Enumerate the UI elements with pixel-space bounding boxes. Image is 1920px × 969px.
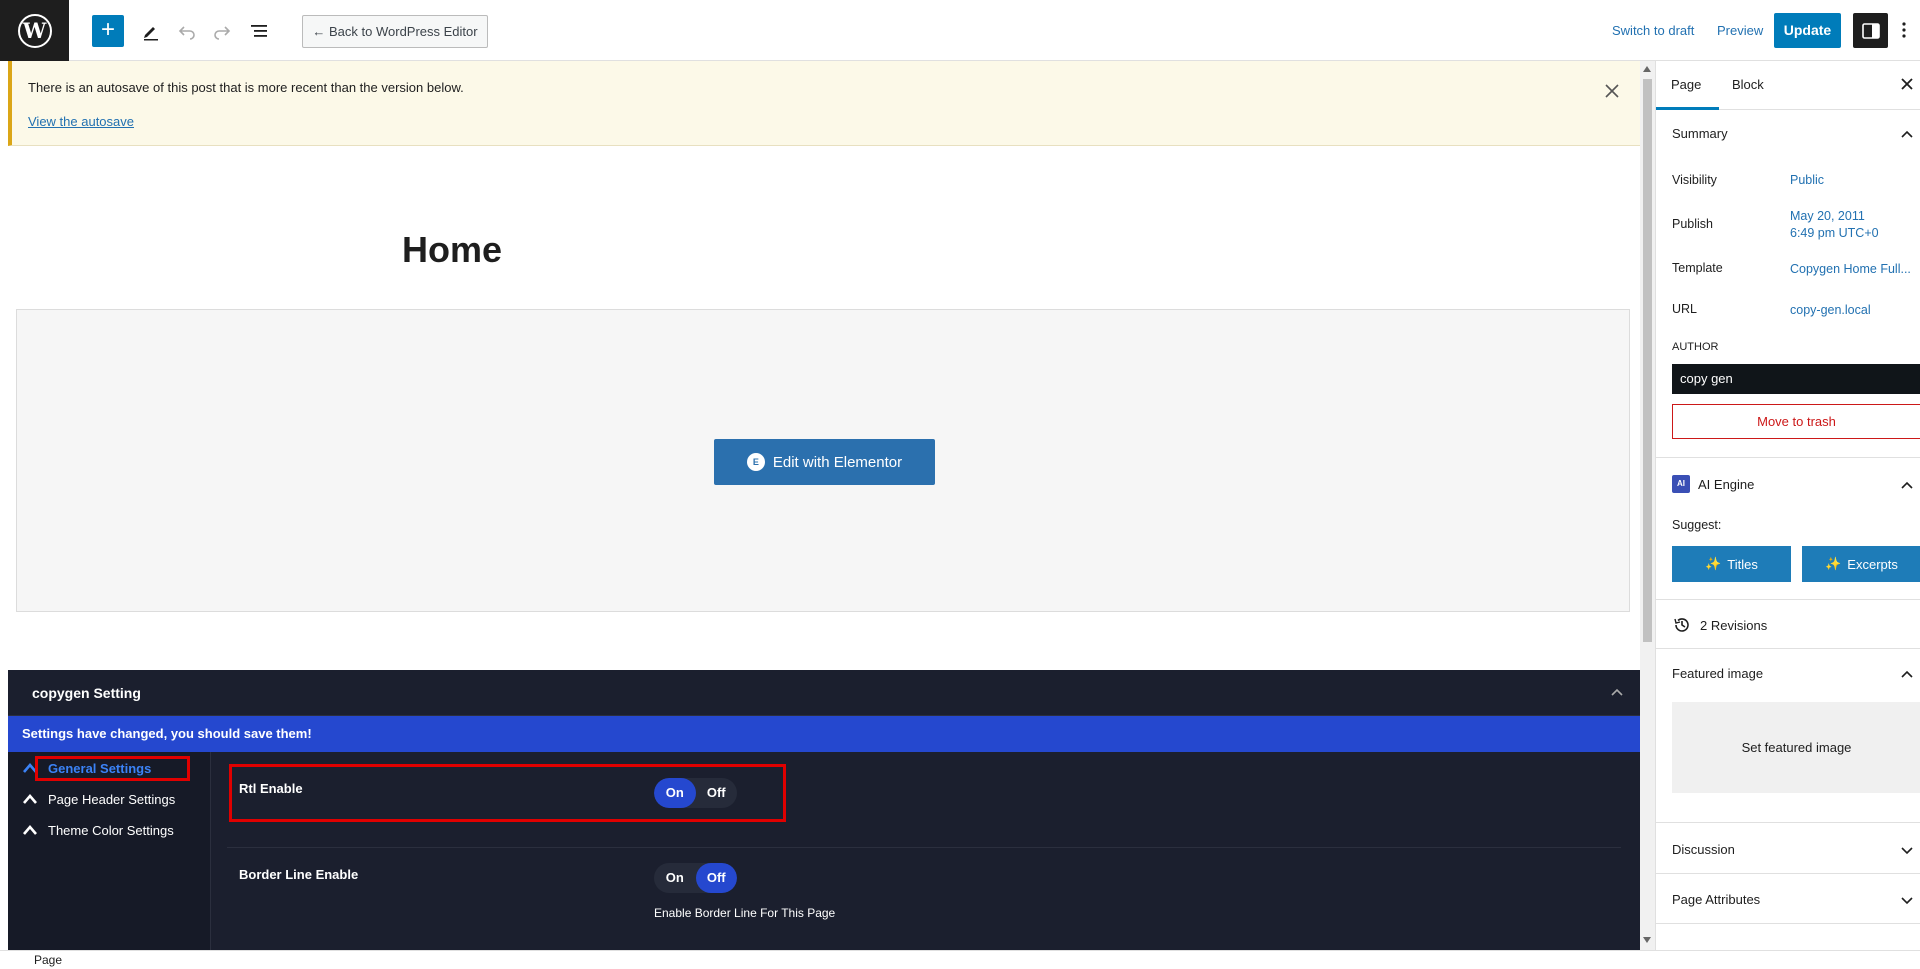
author-label: AUTHOR xyxy=(1672,341,1719,353)
close-sidebar-icon[interactable] xyxy=(1899,76,1915,92)
highlight-general-settings xyxy=(35,756,190,781)
border-line-enable-label: Border Line Enable xyxy=(239,867,359,882)
switch-to-draft-button[interactable]: Switch to draft xyxy=(1612,23,1694,38)
wordpress-logo-icon: W xyxy=(17,13,52,48)
border-line-description: Enable Border Line For This Page xyxy=(654,906,836,920)
visibility-label: Visibility xyxy=(1672,173,1717,187)
editor-footer: Page xyxy=(0,950,1920,969)
chevron-up-icon xyxy=(23,825,37,835)
section-divider xyxy=(1656,457,1920,458)
undo-icon[interactable] xyxy=(172,16,202,46)
sidebar-icon xyxy=(1861,22,1880,39)
publish-label: Publish xyxy=(1672,217,1713,231)
close-notice-icon[interactable] xyxy=(1600,79,1624,103)
editor-canvas: There is an autosave of this post that i… xyxy=(0,61,1655,950)
section-divider xyxy=(1656,648,1920,649)
elementor-icon: E xyxy=(746,453,765,471)
chevron-up-icon[interactable] xyxy=(1608,684,1626,702)
nav-page-header-settings-label: Page Header Settings xyxy=(48,791,176,807)
border-toggle-on[interactable]: On xyxy=(654,863,696,893)
section-divider xyxy=(1656,599,1920,600)
chevron-down-icon[interactable] xyxy=(1900,845,1914,855)
view-autosave-link[interactable]: View the autosave xyxy=(28,114,134,129)
field-divider xyxy=(227,847,1621,848)
url-value[interactable]: copy-gen.local xyxy=(1790,302,1871,319)
editor-scrollbar[interactable] xyxy=(1640,61,1655,950)
sidebar-tabs: Page Block xyxy=(1656,61,1920,110)
visibility-value[interactable]: Public xyxy=(1790,172,1824,189)
publish-date[interactable]: May 20, 2011 xyxy=(1790,208,1865,225)
more-options-icon[interactable] xyxy=(1896,15,1912,45)
settings-content: Rtl Enable On Off Border Line Enable On … xyxy=(211,752,1640,950)
settings-sidebar: Page Block Summary Visibility Public Pub… xyxy=(1655,61,1920,950)
settings-sidebar-toggle[interactable] xyxy=(1853,13,1888,48)
copygen-settings-title: copygen Setting xyxy=(32,685,141,701)
copygen-settings-header[interactable]: copygen Setting xyxy=(8,670,1640,716)
section-divider xyxy=(1656,923,1920,924)
section-divider xyxy=(1656,873,1920,874)
chevron-up-icon[interactable] xyxy=(1900,669,1914,679)
chevron-up-icon[interactable] xyxy=(1900,480,1914,490)
suggest-label: Suggest: xyxy=(1672,518,1722,532)
suggest-excerpts-label: Excerpts xyxy=(1847,556,1898,572)
border-line-enable-toggle[interactable]: On Off xyxy=(654,863,737,893)
template-label: Template xyxy=(1672,261,1723,275)
chevron-down-icon[interactable] xyxy=(1900,895,1914,905)
page-title[interactable]: Home xyxy=(402,229,502,271)
preview-button[interactable]: Preview xyxy=(1717,23,1763,38)
update-button[interactable]: Update xyxy=(1774,13,1841,48)
editor-header: W + ← Back to WordPress Editor Switch to… xyxy=(0,0,1920,61)
magic-wand-icon: ✨ xyxy=(1825,556,1842,571)
suggest-titles-button[interactable]: ✨ Titles xyxy=(1672,546,1791,582)
scroll-up-icon[interactable] xyxy=(1643,66,1651,72)
template-value[interactable]: Copygen Home Full... xyxy=(1790,261,1911,278)
footer-breadcrumb[interactable]: Page xyxy=(34,953,62,967)
settings-changed-alert: Settings have changed, you should save t… xyxy=(8,716,1640,752)
active-tab-indicator xyxy=(1656,107,1719,110)
nav-theme-color-settings[interactable]: Theme Color Settings xyxy=(22,817,174,843)
nav-page-header-settings[interactable]: Page Header Settings xyxy=(22,786,175,812)
scroll-down-icon[interactable] xyxy=(1643,937,1651,943)
border-toggle-off[interactable]: Off xyxy=(695,863,737,893)
copygen-settings-panel: copygen Setting Settings have changed, y… xyxy=(8,670,1640,950)
redo-icon[interactable] xyxy=(207,16,237,46)
revisions-link[interactable]: 2 Revisions xyxy=(1700,618,1767,633)
url-label: URL xyxy=(1672,302,1698,316)
chevron-up-icon[interactable] xyxy=(1900,129,1914,139)
ai-engine-badge: AI xyxy=(1672,475,1690,493)
featured-image-title[interactable]: Featured image xyxy=(1672,666,1763,681)
edit-with-elementor-button[interactable]: E Edit with Elementor xyxy=(714,439,935,485)
revisions-history-icon xyxy=(1674,618,1689,632)
discussion-title[interactable]: Discussion xyxy=(1672,842,1735,857)
tab-page[interactable]: Page xyxy=(1671,77,1701,92)
highlight-rtl-enable xyxy=(229,764,786,822)
chevron-up-icon xyxy=(23,794,37,804)
nav-theme-color-settings-label: Theme Color Settings xyxy=(48,822,174,838)
set-featured-image-button[interactable]: Set featured image xyxy=(1672,702,1920,793)
autosave-notice-text: There is an autosave of this post that i… xyxy=(28,80,464,95)
elementor-placeholder: E Edit with Elementor xyxy=(16,309,1630,612)
tools-pencil-icon[interactable] xyxy=(136,16,166,46)
section-divider xyxy=(1656,822,1920,823)
back-to-wordpress-editor-button[interactable]: ← Back to WordPress Editor xyxy=(302,15,488,48)
publish-time[interactable]: 6:49 pm UTC+0 xyxy=(1790,225,1879,242)
tab-block[interactable]: Block xyxy=(1732,77,1764,92)
suggest-titles-label: Titles xyxy=(1727,556,1758,572)
settings-nav: General Settings Page Header Settings Th… xyxy=(8,752,211,950)
edit-with-elementor-label: Edit with Elementor xyxy=(772,453,903,471)
scroll-thumb[interactable] xyxy=(1643,79,1652,642)
document-overview-icon[interactable] xyxy=(244,16,274,46)
summary-section-title[interactable]: Summary xyxy=(1672,126,1728,141)
suggest-excerpts-button[interactable]: ✨ Excerpts xyxy=(1802,546,1920,582)
author-select[interactable]: copy gen xyxy=(1672,364,1920,394)
autosave-notice: There is an autosave of this post that i… xyxy=(8,61,1640,146)
page-attributes-title[interactable]: Page Attributes xyxy=(1672,892,1760,907)
wordpress-logo-button[interactable]: W xyxy=(0,0,69,61)
ai-engine-title[interactable]: AI Engine xyxy=(1698,477,1754,492)
add-block-button[interactable]: + xyxy=(92,15,124,47)
move-to-trash-button[interactable]: Move to trash xyxy=(1672,404,1920,439)
magic-wand-icon: ✨ xyxy=(1705,556,1722,571)
